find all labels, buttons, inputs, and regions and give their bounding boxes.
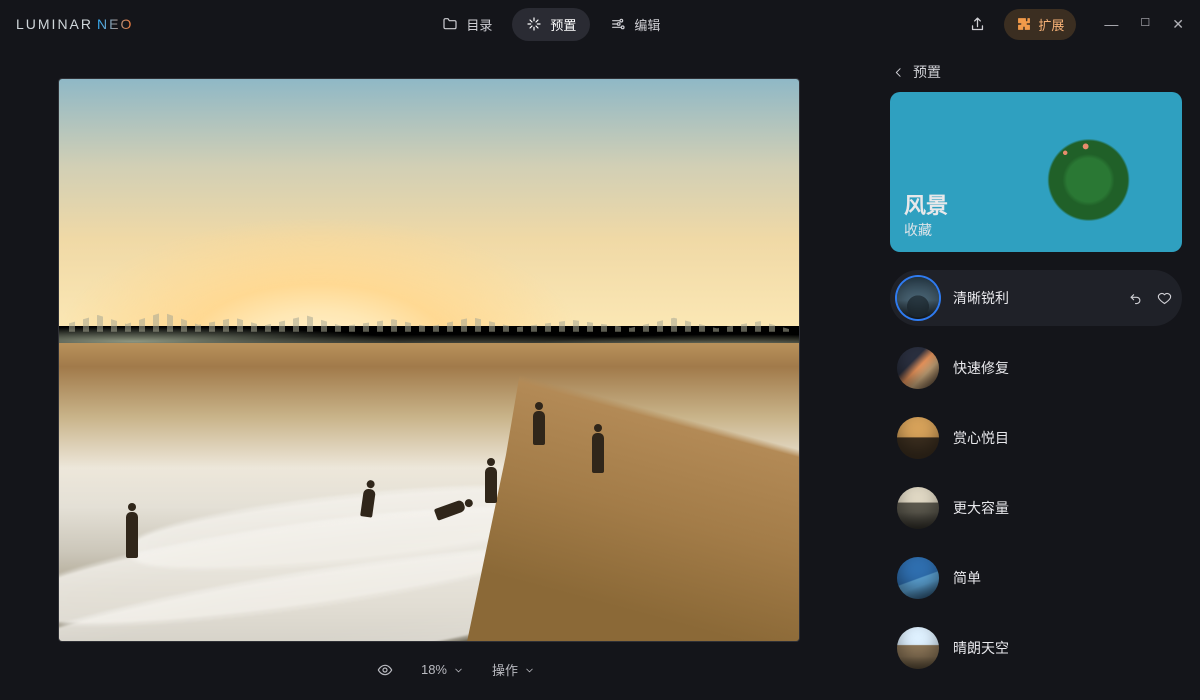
preset-label: 清晰锐利 (953, 288, 1114, 308)
actions-label: 操作 (492, 660, 518, 679)
preset-item[interactable]: 简单 (890, 550, 1182, 606)
tab-presets-label: 预置 (550, 15, 576, 34)
tab-edit-label: 编辑 (634, 15, 660, 34)
collection-title: 风景 (904, 188, 948, 220)
extensions-button[interactable]: 扩展 (1004, 9, 1076, 40)
app-logo: LUMINAR NEO (16, 16, 133, 32)
preset-label: 快速修复 (953, 358, 1172, 378)
panel-back[interactable]: 预置 (890, 56, 1182, 92)
folder-icon (442, 16, 458, 32)
close-button[interactable]: ✕ (1172, 16, 1184, 33)
share-icon[interactable] (969, 16, 986, 33)
preset-label: 赏心悦目 (953, 428, 1172, 448)
title-bar: LUMINAR NEO 目录 预置 编辑 扩展 — ☐ ✕ (0, 0, 1200, 48)
canvas[interactable] (58, 78, 800, 642)
zoom-value: 18% (421, 662, 447, 677)
collection-card[interactable]: 风景 收藏 (890, 92, 1182, 252)
minimize-button[interactable]: — (1104, 16, 1118, 33)
collection-subtitle: 收藏 (904, 220, 948, 240)
visibility-toggle[interactable] (377, 662, 393, 678)
preset-thumbnail (897, 417, 939, 459)
extensions-label: 扩展 (1038, 15, 1064, 34)
preset-item[interactable]: 晴朗天空 (890, 620, 1182, 676)
preset-list: 清晰锐利 快速修复 赏心悦目 更大容量 简单 (890, 270, 1182, 676)
logo-text-neo: NEO (97, 16, 133, 32)
preset-thumbnail (897, 277, 939, 319)
tab-edit[interactable]: 编辑 (596, 8, 674, 41)
heart-icon[interactable] (1157, 291, 1172, 306)
undo-icon[interactable] (1128, 291, 1143, 306)
panel-back-label: 预置 (913, 62, 941, 82)
preset-item[interactable]: 更大容量 (890, 480, 1182, 536)
preset-label: 简单 (953, 568, 1172, 588)
preset-thumbnail (897, 627, 939, 669)
preset-thumbnail (897, 487, 939, 529)
main-tabs: 目录 预置 编辑 (133, 8, 969, 41)
topbar-actions: 扩展 — ☐ ✕ (969, 9, 1184, 40)
presets-panel: 预置 风景 收藏 清晰锐利 快速修复 赏心悦 (882, 48, 1200, 700)
canvas-image (59, 79, 799, 641)
logo-text-luminar: LUMINAR (16, 16, 93, 32)
maximize-button[interactable]: ☐ (1140, 16, 1150, 33)
chevron-down-icon (524, 664, 535, 675)
tab-catalog[interactable]: 目录 (428, 8, 506, 41)
preset-item[interactable]: 快速修复 (890, 340, 1182, 396)
tab-presets[interactable]: 预置 (512, 8, 590, 41)
preset-thumbnail (897, 557, 939, 599)
chevron-down-icon (453, 664, 464, 675)
sparkle-icon (526, 16, 542, 32)
tab-catalog-label: 目录 (466, 15, 492, 34)
preset-item[interactable]: 赏心悦目 (890, 410, 1182, 466)
chevron-left-icon (892, 66, 905, 79)
preset-label: 晴朗天空 (953, 638, 1172, 658)
viewer-toolbar: 18% 操作 (58, 642, 854, 697)
preset-thumbnail (897, 347, 939, 389)
zoom-dropdown[interactable]: 18% (421, 662, 464, 677)
preset-item[interactable]: 清晰锐利 (890, 270, 1182, 326)
image-viewer: 18% 操作 (0, 48, 882, 700)
preset-label: 更大容量 (953, 498, 1172, 518)
window-controls: — ☐ ✕ (1104, 16, 1184, 33)
actions-dropdown[interactable]: 操作 (492, 660, 535, 679)
sliders-icon (610, 16, 626, 32)
puzzle-icon (1016, 16, 1032, 32)
